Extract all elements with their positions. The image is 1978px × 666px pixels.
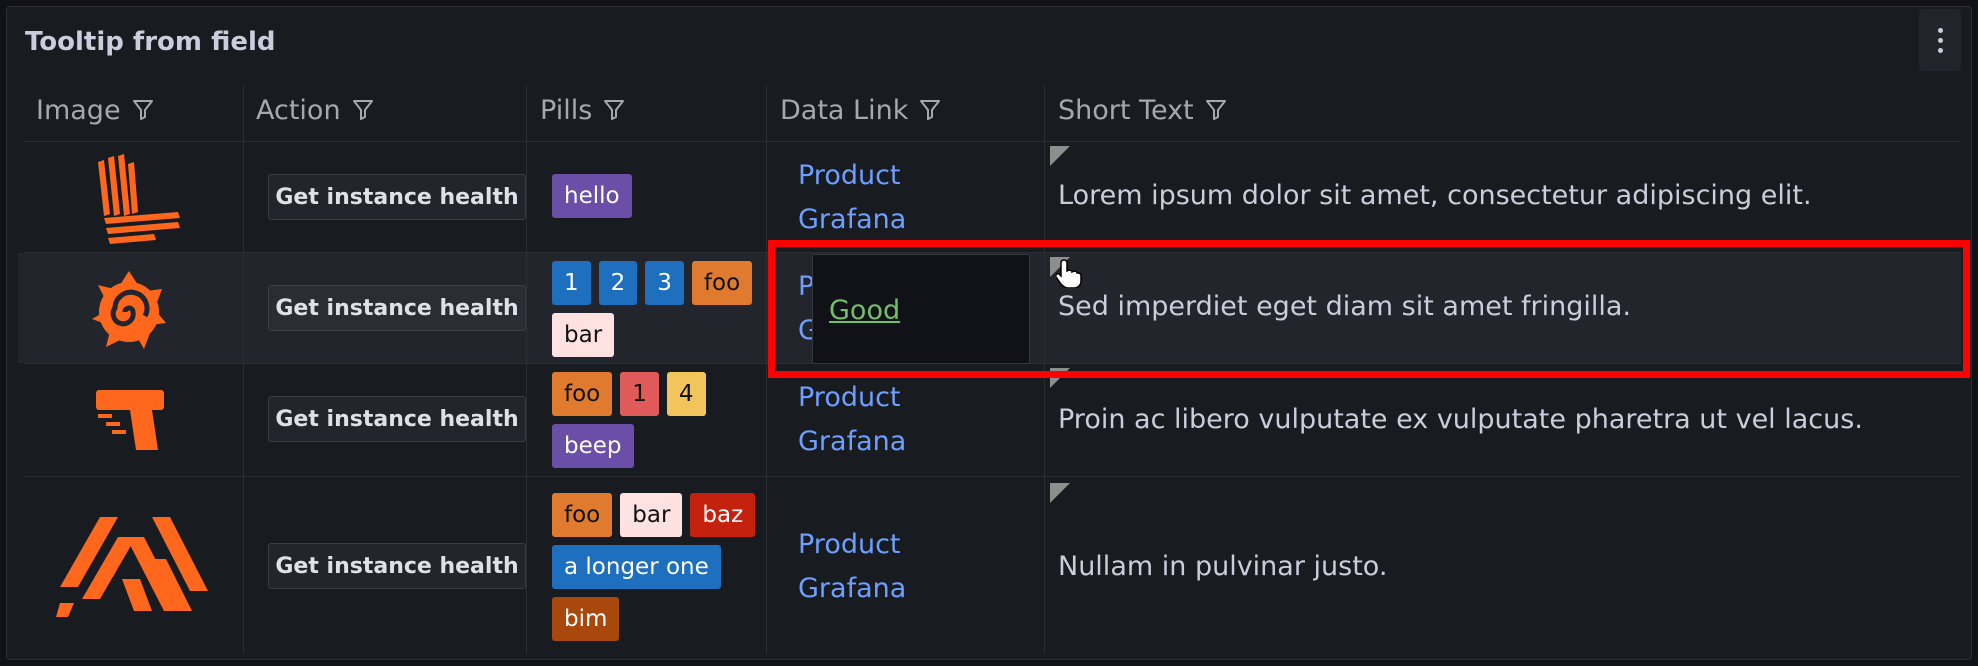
loki-logo-icon xyxy=(98,154,180,244)
pill-tag: bim xyxy=(552,597,620,641)
header-divider xyxy=(24,141,1961,142)
panel-menu-button[interactable] xyxy=(1919,9,1961,71)
column-header-label: Action xyxy=(256,94,341,126)
pill-tag: beep xyxy=(552,424,634,468)
cell-inspect-corner-icon[interactable] xyxy=(1050,483,1070,503)
kebab-menu-icon xyxy=(1937,27,1943,33)
column-divider xyxy=(243,86,244,654)
pills-cell: foo bar baz a longer one bim xyxy=(552,493,768,641)
pill-tag: foo xyxy=(552,372,613,416)
column-header-label: Short Text xyxy=(1058,94,1194,126)
get-instance-health-button[interactable]: Get instance health xyxy=(268,396,526,442)
get-instance-health-button[interactable]: Get instance health xyxy=(268,174,526,220)
hand-cursor-icon xyxy=(1056,259,1082,288)
funnel-icon[interactable] xyxy=(131,98,155,122)
pill-tag: baz xyxy=(690,493,756,537)
column-header-label: Pills xyxy=(540,94,593,126)
column-header-action[interactable]: Action xyxy=(256,84,375,136)
table-row: Get instance health hello Product Grafan… xyxy=(18,142,1961,252)
data-link-product[interactable]: Product xyxy=(798,154,906,198)
table-row: Get instance health foo 1 4 beep Product… xyxy=(18,364,1961,476)
k6-logo-icon xyxy=(96,390,164,450)
column-header-label: Data Link xyxy=(780,94,909,126)
short-text-cell: Lorem ipsum dolor sit amet, consectetur … xyxy=(1058,180,1812,211)
pill-tag: foo xyxy=(552,493,613,537)
cell-inspect-corner-icon[interactable] xyxy=(1050,146,1070,166)
get-instance-health-button[interactable]: Get instance health xyxy=(268,285,526,331)
pill-tag: hello xyxy=(552,174,632,218)
pills-cell: 1 2 3 foo bar xyxy=(552,261,768,357)
cell-inspect-corner-icon[interactable] xyxy=(1050,368,1070,388)
kebab-menu-icon xyxy=(1937,47,1943,53)
mimir-logo-icon xyxy=(56,517,208,617)
field-tooltip: Good xyxy=(812,254,1030,364)
funnel-icon[interactable] xyxy=(918,98,942,122)
row-divider xyxy=(24,476,1961,477)
funnel-icon[interactable] xyxy=(1204,98,1228,122)
funnel-icon[interactable] xyxy=(602,98,626,122)
pill-tag: bar xyxy=(620,493,683,537)
row-divider xyxy=(24,252,1961,253)
column-header-data-link[interactable]: Data Link xyxy=(780,84,942,136)
pill-tag: 1 xyxy=(552,261,591,305)
pill-tag: 4 xyxy=(666,372,706,416)
data-link-product[interactable]: Product xyxy=(798,376,906,420)
data-link-cell[interactable]: Product Grafana xyxy=(798,376,906,464)
column-header-image[interactable]: Image xyxy=(36,84,155,136)
pills-cell: hello xyxy=(552,174,768,218)
pill-tag: bar xyxy=(552,313,615,357)
pill-tag: a longer one xyxy=(552,545,721,589)
panel-title: Tooltip from field xyxy=(25,27,276,57)
pill-tag: foo xyxy=(691,261,753,305)
pills-cell: foo 1 4 beep xyxy=(552,372,768,468)
short-text-cell: Nullam in pulvinar justo. xyxy=(1058,551,1388,582)
data-link-grafana[interactable]: Grafana xyxy=(798,198,906,242)
pill-tag: 2 xyxy=(598,261,638,305)
column-divider xyxy=(526,86,527,654)
data-link-grafana[interactable]: Grafana xyxy=(798,567,906,611)
column-header-short-text[interactable]: Short Text xyxy=(1058,84,1228,136)
data-link-cell[interactable]: Product Grafana xyxy=(798,523,906,611)
column-divider xyxy=(766,86,767,654)
funnel-icon[interactable] xyxy=(351,98,375,122)
pill-tag: 3 xyxy=(645,261,684,305)
kebab-menu-icon xyxy=(1937,37,1943,43)
pill-tag: 1 xyxy=(620,372,659,416)
table-row: Get instance health foo bar baz a longer… xyxy=(18,477,1961,654)
column-divider xyxy=(1044,86,1045,654)
column-header-pills[interactable]: Pills xyxy=(540,84,626,136)
short-text-cell: Sed imperdiet eget diam sit amet fringil… xyxy=(1058,291,1632,322)
short-text-cell: Proin ac libero vulputate ex vulputate p… xyxy=(1058,404,1863,435)
tooltip-link[interactable]: Good xyxy=(829,295,900,326)
grafana-logo-icon xyxy=(92,271,166,349)
get-instance-health-button[interactable]: Get instance health xyxy=(268,543,526,589)
data-link-product[interactable]: Product xyxy=(798,523,906,567)
data-link-cell[interactable]: Product Grafana xyxy=(798,154,906,242)
data-link-grafana[interactable]: Grafana xyxy=(798,420,906,464)
column-header-label: Image xyxy=(36,94,121,126)
